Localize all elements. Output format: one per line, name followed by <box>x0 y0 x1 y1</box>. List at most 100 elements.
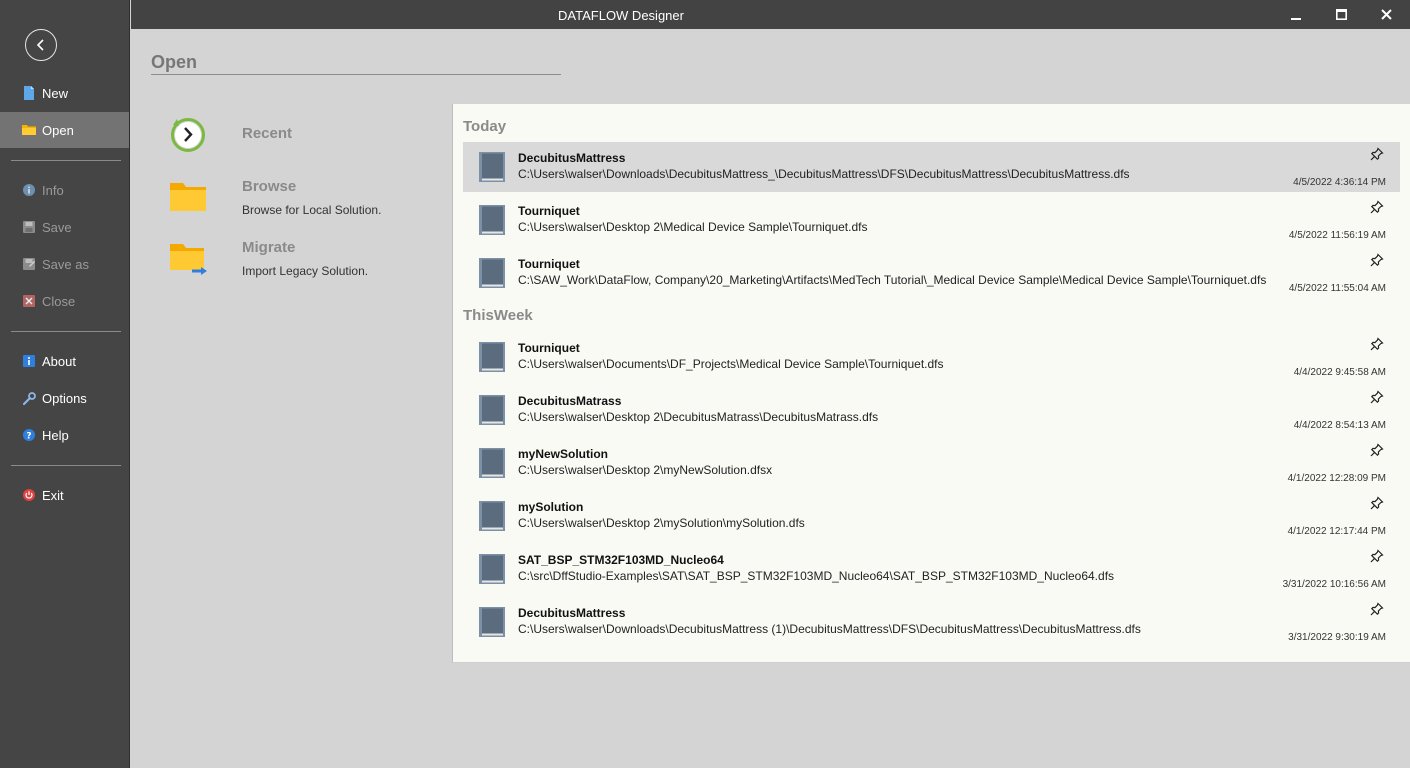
sidebar-item-label: Save <box>42 219 72 235</box>
save-icon <box>22 220 36 234</box>
file-path: C:\SAW_Work\DataFlow, Company\20_Marketi… <box>518 273 1267 287</box>
close-icon <box>1380 9 1392 20</box>
recent-file-row[interactable]: mySolution C:\Users\walser\Desktop 2\mySo… <box>463 491 1400 541</box>
sidebar-item-help[interactable]: ? Help <box>0 417 129 453</box>
recent-files-panel: Today DecubitusMattress C:\Users\walser\D… <box>452 104 1410 663</box>
sidebar-item-new[interactable]: New <box>0 75 129 111</box>
recent-file-row[interactable]: Tourniquet C:\Users\walser\Documents\DF_P… <box>463 332 1400 382</box>
file-name: myNewSolution <box>518 447 609 461</box>
wrench-icon <box>22 391 36 405</box>
sidebar-item-save-as[interactable]: Save as <box>0 246 129 282</box>
divider <box>151 74 561 75</box>
folder-icon <box>22 123 36 137</box>
action-title: Migrate <box>242 239 296 256</box>
sidebar-item-info[interactable]: Info <box>0 172 129 208</box>
help-icon: ? <box>22 428 36 442</box>
info-icon <box>22 183 36 197</box>
recent-file-row[interactable]: DecubitusMatrass C:\Users\walser\Desktop … <box>463 385 1400 435</box>
pin-icon[interactable] <box>1370 390 1384 404</box>
recent-file-row[interactable]: DecubitusMattress C:\Users\walser\Downloa… <box>463 142 1400 192</box>
file-date: 4/4/2022 8:54:13 AM <box>1293 420 1386 431</box>
close-icon <box>22 294 36 308</box>
about-icon <box>22 354 36 368</box>
file-path: C:\src\DffStudio-Examples\SAT\SAT_BSP_ST… <box>518 569 1115 583</box>
file-name: mySolution <box>518 500 584 514</box>
document-icon <box>479 554 505 584</box>
divider <box>11 160 121 161</box>
recent-file-row[interactable]: DecubitusMattress C:\Users\walser\Downloa… <box>463 597 1400 647</box>
recent-file-row[interactable]: Tourniquet C:\SAW_Work\DataFlow, Company\… <box>463 248 1400 298</box>
file-name: SAT_BSP_STM32F103MD_Nucleo64 <box>518 553 724 567</box>
sidebar: New Open Info Save Save as Close About O… <box>0 0 130 768</box>
file-date: 4/4/2022 9:45:58 AM <box>1293 367 1386 378</box>
pin-icon[interactable] <box>1370 496 1384 510</box>
window-title: DATAFLOW Designer <box>558 8 684 23</box>
action-title: Recent <box>242 125 293 142</box>
maximize-button[interactable] <box>1318 0 1364 29</box>
sidebar-item-label: Options <box>42 390 87 406</box>
new-file-icon <box>22 86 36 100</box>
recent-file-row[interactable]: SAT_BSP_STM32F103MD_Nucleo64 C:\src\DffSt… <box>463 544 1400 594</box>
sidebar-item-save[interactable]: Save <box>0 209 129 245</box>
close-window-button[interactable] <box>1363 0 1409 29</box>
file-path: C:\Users\walser\Downloads\DecubitusMattr… <box>518 167 1130 181</box>
pin-icon[interactable] <box>1370 147 1384 161</box>
sidebar-item-label: New <box>42 85 69 101</box>
file-date: 4/5/2022 11:55:04 AM <box>1288 283 1386 294</box>
folder-icon <box>170 183 206 211</box>
sidebar-item-open[interactable]: Open <box>0 112 129 148</box>
pin-icon[interactable] <box>1370 549 1384 563</box>
sidebar-item-exit[interactable]: Exit <box>0 477 129 513</box>
save-as-icon <box>22 257 36 271</box>
document-icon <box>479 342 505 372</box>
maximize-icon <box>1335 9 1347 20</box>
folder-import-icon <box>170 244 207 275</box>
title-bar: DATAFLOW Designer <box>131 0 1410 29</box>
file-date: 4/1/2022 12:17:44 PM <box>1287 526 1386 537</box>
action-subtitle: Browse for Local Solution. <box>242 203 382 217</box>
file-date: 3/31/2022 10:16:56 AM <box>1282 579 1386 590</box>
file-path: C:\Users\walser\Downloads\DecubitusMattr… <box>518 622 1141 636</box>
file-date: 4/5/2022 4:36:14 PM <box>1293 177 1386 188</box>
file-date: 3/31/2022 9:30:19 AM <box>1288 632 1386 643</box>
page-title: Open <box>151 52 198 72</box>
recent-icon <box>171 118 205 152</box>
sidebar-item-close[interactable]: Close <box>0 283 129 319</box>
divider <box>11 331 121 332</box>
file-date: 4/5/2022 11:56:19 AM <box>1288 230 1386 241</box>
file-name: Tourniquet <box>518 257 580 271</box>
file-path: C:\Users\walser\Documents\DF_Projects\Me… <box>518 357 944 371</box>
file-name: DecubitusMattress <box>518 606 626 620</box>
document-icon <box>479 152 505 182</box>
sidebar-item-label: About <box>42 353 76 369</box>
document-icon <box>479 205 505 235</box>
sidebar-item-options[interactable]: Options <box>0 380 129 416</box>
sidebar-item-label: Help <box>42 427 69 443</box>
pin-icon[interactable] <box>1370 337 1384 351</box>
sidebar-item-label: Info <box>42 182 64 198</box>
minimize-button[interactable] <box>1273 0 1319 29</box>
sidebar-item-label: Close <box>42 293 76 309</box>
document-icon <box>479 258 505 288</box>
sidebar-item-about[interactable]: About <box>0 343 129 379</box>
back-arrow-icon <box>36 39 44 51</box>
power-icon <box>22 488 36 502</box>
file-path: C:\Users\walser\Desktop 2\DecubitusMatra… <box>518 410 879 424</box>
file-name: DecubitusMattress <box>518 151 626 165</box>
back-button[interactable] <box>25 29 57 61</box>
file-path: C:\Users\walser\Desktop 2\Medical Device… <box>518 220 868 234</box>
action-subtitle: Import Legacy Solution. <box>242 264 369 278</box>
recent-file-row[interactable]: myNewSolution C:\Users\walser\Desktop 2\m… <box>463 438 1400 488</box>
divider <box>11 465 121 466</box>
document-icon <box>479 607 505 637</box>
pin-icon[interactable] <box>1370 443 1384 457</box>
recent-file-row[interactable]: Tourniquet C:\Users\walser\Desktop 2\Medi… <box>463 195 1400 245</box>
pin-icon[interactable] <box>1370 253 1384 267</box>
file-name: Tourniquet <box>518 204 580 218</box>
document-icon <box>479 395 505 425</box>
pin-icon[interactable] <box>1370 200 1384 214</box>
document-icon <box>479 448 505 478</box>
minimize-icon <box>1290 18 1301 20</box>
document-icon <box>479 501 505 531</box>
pin-icon[interactable] <box>1370 602 1384 616</box>
